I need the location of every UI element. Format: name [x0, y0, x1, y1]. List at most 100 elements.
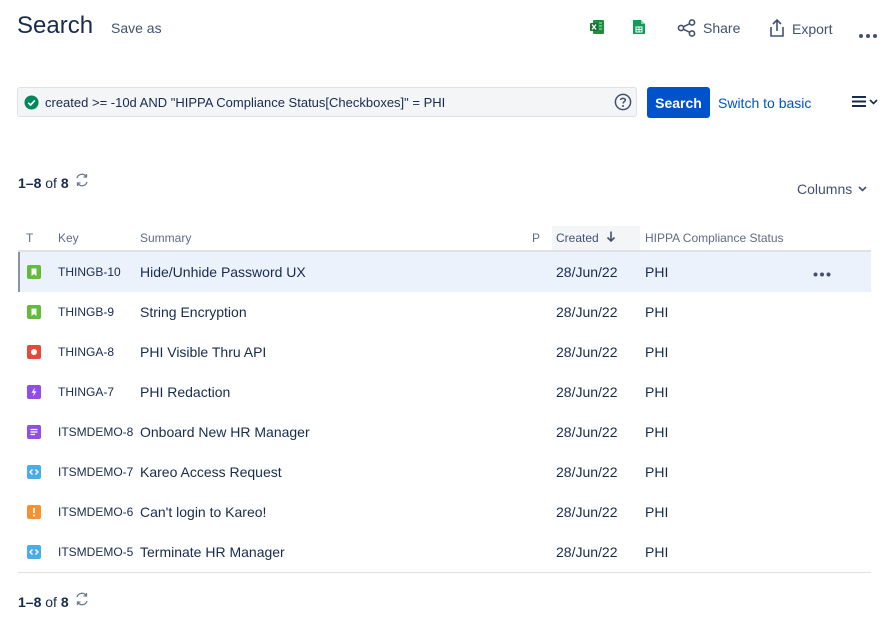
valid-query-icon	[24, 94, 39, 110]
table-row[interactable]: THINGB-10 Hide/Unhide Password UX 28/Jun/2…	[18, 251, 871, 292]
issue-key-link[interactable]: ITSMDEMO-5	[58, 532, 140, 572]
table-row[interactable]: ITSMDEMO-7 Kareo Access Request 28/Jun/22 P…	[18, 452, 871, 492]
issue-priority-cell	[532, 251, 552, 292]
column-header-priority[interactable]: P	[532, 226, 552, 252]
issue-priority-cell	[532, 412, 552, 452]
pager-of: of	[45, 175, 57, 191]
table-row[interactable]: ITSMDEMO-8 Onboard New HR Manager 28/Jun/2…	[18, 412, 871, 452]
export-icon	[770, 19, 784, 37]
issue-summary-link[interactable]: Terminate HR Manager	[140, 532, 532, 572]
pager-range: 1–8	[18, 175, 42, 191]
issue-priority-cell	[532, 532, 552, 572]
table-row[interactable]: THINGA-7 PHI Redaction 28/Jun/22 PHI	[18, 372, 871, 412]
issue-type-story-icon	[18, 265, 58, 279]
issue-type-cell	[18, 412, 58, 452]
issue-type-cell	[18, 251, 58, 292]
issue-created-cell: 28/Jun/22	[552, 251, 640, 292]
issue-hippa-status-cell: PHI	[645, 344, 669, 360]
share-button[interactable]: Share	[677, 19, 740, 37]
column-header-summary[interactable]: Summary	[140, 226, 532, 252]
table-row[interactable]: ITSMDEMO-5 Terminate HR Manager 28/Jun/22 P…	[18, 532, 871, 572]
issue-hippa-status-cell: PHI	[640, 251, 811, 292]
issue-summary-link[interactable]: PHI Redaction	[140, 372, 532, 412]
issue-summary-link[interactable]: String Encryption	[140, 292, 532, 332]
issue-key-link[interactable]: THINGA-8	[58, 332, 140, 372]
issue-key-link[interactable]: THINGA-7	[58, 372, 140, 412]
issue-type-service-request-icon	[18, 425, 58, 439]
issue-created-cell: 28/Jun/22	[556, 344, 618, 360]
issue-summary-link[interactable]: Kareo Access Request	[140, 452, 532, 492]
table-header-row: T Key Summary P Created HIPPA Compliance…	[18, 226, 871, 252]
issue-key-link[interactable]: ITSMDEMO-7	[58, 452, 140, 492]
issue-priority-cell	[532, 332, 552, 372]
page-title: Search	[17, 12, 94, 39]
more-icon	[813, 272, 831, 277]
column-header-created[interactable]: Created	[552, 226, 640, 252]
pagination-bottom: 1–8 of 8	[18, 592, 89, 610]
share-icon	[677, 19, 696, 37]
issue-type-cell	[18, 452, 58, 492]
issue-summary-link[interactable]: PHI Visible Thru API	[140, 332, 532, 372]
refresh-icon[interactable]	[75, 173, 89, 187]
refresh-icon[interactable]	[75, 592, 89, 606]
view-options-button[interactable]	[851, 95, 878, 108]
issue-summary-link[interactable]: Can't login to Kareo!	[140, 492, 532, 532]
row-actions-button[interactable]	[811, 264, 831, 280]
columns-label: Columns	[797, 181, 853, 197]
issue-created-cell: 28/Jun/22	[556, 464, 618, 480]
issue-type-cell	[18, 372, 58, 412]
issue-type-cell	[18, 292, 58, 332]
sort-descending-icon	[606, 231, 616, 243]
help-icon	[614, 93, 632, 111]
chevron-down-icon	[869, 98, 878, 105]
row-actions-cell	[811, 332, 871, 372]
save-as-button[interactable]: Save as	[111, 20, 162, 36]
issue-summary-link[interactable]: Onboard New HR Manager	[140, 412, 532, 452]
list-view-icon	[852, 96, 866, 107]
column-header-key[interactable]: Key	[58, 226, 140, 252]
issue-summary-link[interactable]: Hide/Unhide Password UX	[140, 251, 532, 292]
table-row[interactable]: THINGB-9 String Encryption 28/Jun/22 PHI	[18, 292, 871, 332]
switch-to-basic-link[interactable]: Switch to basic	[718, 95, 811, 111]
table-row[interactable]: THINGA-8 PHI Visible Thru API 28/Jun/22 PHI	[18, 332, 871, 372]
jql-query-text: created >= -10d AND "HIPPA Compliance St…	[45, 94, 446, 110]
syntax-help-button[interactable]	[614, 93, 632, 114]
issue-key-link[interactable]: ITSMDEMO-6	[58, 492, 140, 532]
pager-of: of	[45, 594, 57, 610]
column-header-hippa[interactable]: HIPPA Compliance Status	[640, 226, 811, 252]
issue-key-link[interactable]: ITSMDEMO-8	[58, 412, 140, 452]
table-row[interactable]: ITSMDEMO-6 Can't login to Kareo! 28/Jun/22…	[18, 492, 871, 532]
issue-key-link[interactable]: THINGB-9	[58, 292, 140, 332]
issue-hippa-status-cell: PHI	[645, 464, 669, 480]
issue-hippa-status-cell: PHI	[645, 304, 669, 320]
issue-type-epic-icon	[18, 385, 58, 399]
row-actions-cell	[811, 452, 871, 492]
column-header-type[interactable]: T	[18, 226, 58, 252]
more-actions-button[interactable]	[858, 26, 878, 44]
issue-type-cell	[18, 332, 58, 372]
columns-button[interactable]: Columns	[797, 181, 867, 197]
pager-range: 1–8	[18, 594, 42, 610]
issue-created-cell: 28/Jun/22	[556, 504, 618, 520]
table-bottom-divider	[18, 572, 871, 573]
issue-priority-cell	[532, 372, 552, 412]
google-sheets-button[interactable]	[632, 19, 646, 40]
issue-hippa-status-cell: PHI	[645, 384, 669, 400]
issue-type-incident-icon	[18, 505, 58, 519]
issue-type-change-icon	[18, 465, 58, 479]
row-actions-cell	[811, 251, 871, 292]
issue-type-story-icon	[18, 305, 58, 319]
issue-hippa-status-cell: PHI	[645, 544, 669, 560]
export-button[interactable]: Export	[768, 19, 832, 38]
excel-export-button[interactable]	[589, 19, 605, 40]
issue-priority-cell	[532, 492, 552, 532]
issue-created-cell: 28/Jun/22	[556, 544, 618, 560]
issue-priority-cell	[532, 292, 552, 332]
search-button[interactable]: Search	[647, 87, 710, 118]
jql-input[interactable]: created >= -10d AND "HIPPA Compliance St…	[17, 87, 637, 117]
google-sheets-icon	[633, 20, 645, 34]
issue-type-cell	[18, 532, 58, 572]
pager-total: 8	[60, 175, 69, 191]
chevron-down-icon	[858, 186, 867, 192]
issue-key-link[interactable]: THINGB-10	[58, 251, 140, 292]
